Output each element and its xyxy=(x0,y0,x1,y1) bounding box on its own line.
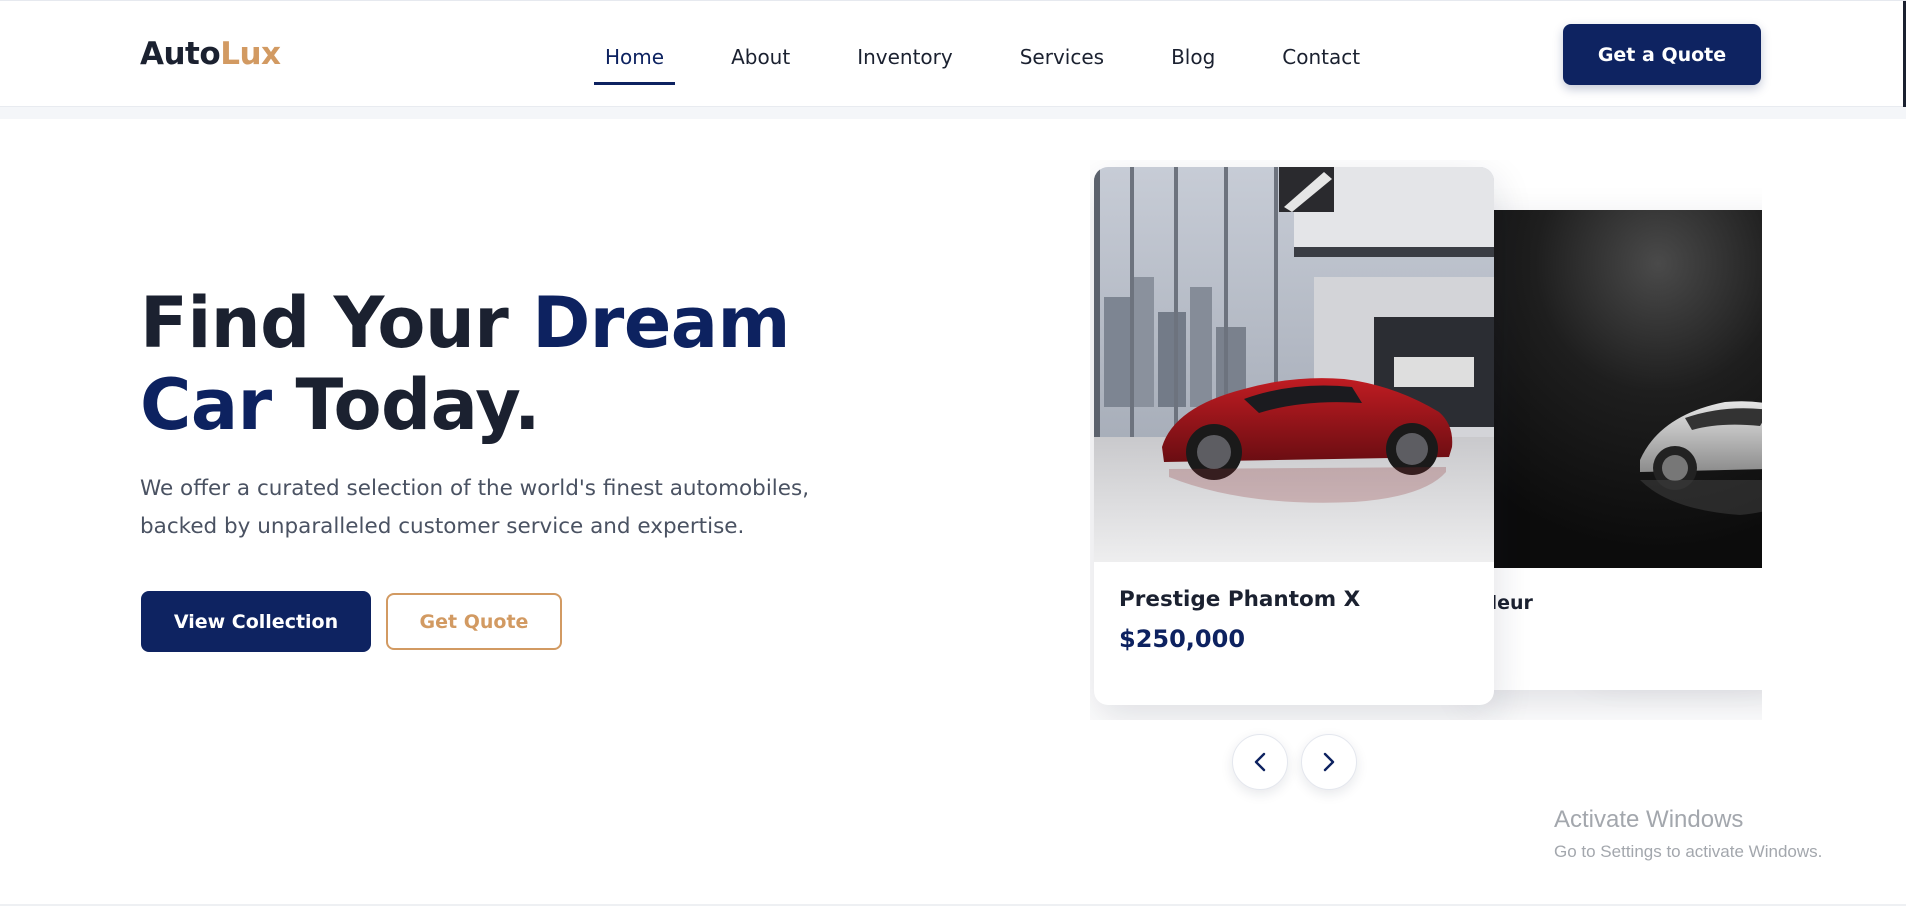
car-image xyxy=(1470,210,1762,568)
hero-title-part2: Today. xyxy=(271,364,541,446)
activate-windows-subtitle: Go to Settings to activate Windows. xyxy=(1554,842,1823,861)
hero-title-part1: Find Your xyxy=(140,282,533,364)
nav-item-about[interactable]: About xyxy=(720,41,801,85)
nav-item-inventory[interactable]: Inventory xyxy=(846,41,964,85)
get-a-quote-button[interactable]: Get a Quote xyxy=(1563,24,1761,85)
get-quote-button[interactable]: Get Quote xyxy=(386,593,562,650)
site-header: AutoLux Home About Inventory Services Bl… xyxy=(0,0,1906,108)
car-carousel: ander xyxy=(1090,160,1762,720)
carousel-prev-button[interactable] xyxy=(1232,734,1288,790)
chevron-left-icon xyxy=(1254,752,1266,772)
nav-item-services[interactable]: Services xyxy=(1009,41,1115,85)
nav-item-home[interactable]: Home xyxy=(594,41,676,85)
hero-title: Find Your Dream Car Today. xyxy=(140,282,840,446)
car-card[interactable]: Prestige Phantom X $250,000 xyxy=(1094,167,1494,705)
car-image xyxy=(1094,167,1494,562)
carousel-next-button[interactable] xyxy=(1301,734,1357,790)
chevron-right-icon xyxy=(1323,752,1335,772)
brand-logo-part1: Auto xyxy=(140,36,221,72)
nav-item-contact[interactable]: Contact xyxy=(1271,41,1371,85)
hero-subtitle: We offer a curated selection of the worl… xyxy=(140,476,810,539)
hero-title-accent1: Dream xyxy=(532,282,790,364)
car-price: $250,000 xyxy=(1119,625,1246,653)
main-nav: Home About Inventory Services Blog Conta… xyxy=(594,41,1416,85)
brand-logo-part2: Lux xyxy=(220,36,281,72)
activate-windows-title: Activate Windows xyxy=(1554,806,1744,833)
car-name: Prestige Phantom X xyxy=(1119,587,1361,612)
car-card[interactable]: ndeur 0 xyxy=(1470,210,1762,690)
nav-item-blog[interactable]: Blog xyxy=(1160,41,1226,85)
view-collection-button[interactable]: View Collection xyxy=(141,591,371,652)
header-divider-band xyxy=(0,107,1906,119)
brand-logo[interactable]: AutoLux xyxy=(140,36,281,72)
hero-title-accent2: Car xyxy=(140,364,272,446)
